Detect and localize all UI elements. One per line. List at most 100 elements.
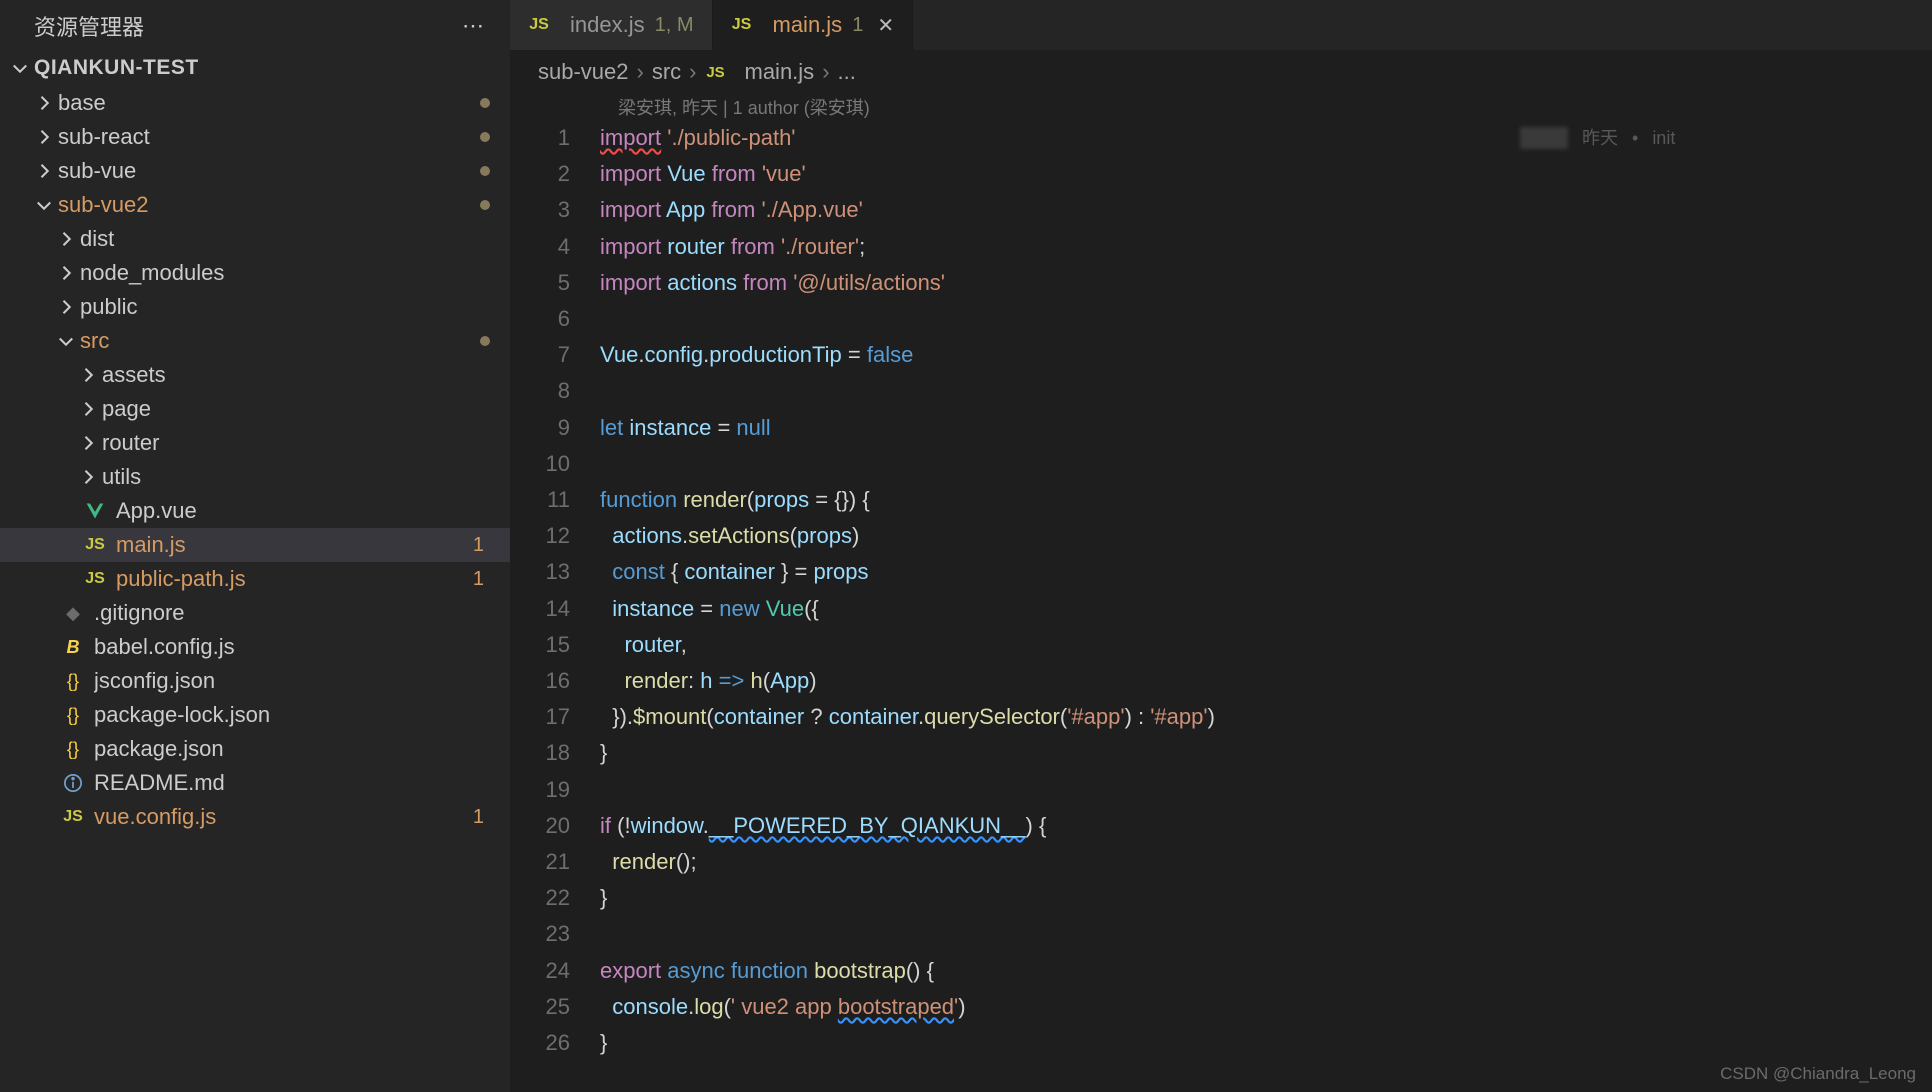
tree-item-readme-md[interactable]: README.md: [0, 766, 510, 800]
tab-index-js[interactable]: JSindex.js1, M: [510, 0, 713, 50]
code-line[interactable]: 18}: [510, 735, 1932, 771]
watermark: CSDN @Chiandra_Leong: [1720, 1064, 1916, 1084]
code-editor[interactable]: 1import './public-path'昨天•init2import Vu…: [510, 120, 1932, 1092]
code-content[interactable]: [600, 373, 1932, 409]
chevron-right-icon: [56, 263, 76, 283]
editor-area: JSindex.js1, MJSmain.js1✕ sub-vue2›src›J…: [510, 0, 1932, 1092]
tree-item-src[interactable]: src: [0, 324, 510, 358]
code-line[interactable]: 1import './public-path'昨天•init: [510, 120, 1932, 156]
code-line[interactable]: 24export async function bootstrap() {: [510, 953, 1932, 989]
tree-item-dist[interactable]: dist: [0, 222, 510, 256]
code-content[interactable]: export async function bootstrap() {: [600, 953, 1932, 989]
modified-dot-icon: [480, 166, 490, 176]
code-line[interactable]: 25 console.log(' vue2 app bootstraped'): [510, 989, 1932, 1025]
breadcrumb-part[interactable]: sub-vue2: [538, 59, 629, 85]
code-content[interactable]: render: h => h(App): [600, 663, 1932, 699]
code-line[interactable]: 26}: [510, 1025, 1932, 1061]
code-content[interactable]: [600, 301, 1932, 337]
code-content[interactable]: import './public-path'昨天•init: [600, 120, 1932, 156]
tree-item-vue-config-js[interactable]: JSvue.config.js1: [0, 800, 510, 834]
tree-item-package-lock-json[interactable]: {}package-lock.json: [0, 698, 510, 732]
code-content[interactable]: [600, 916, 1932, 952]
breadcrumb-part[interactable]: src: [652, 59, 681, 85]
code-line[interactable]: 11function render(props = {}) {: [510, 482, 1932, 518]
code-content[interactable]: if (!window.__POWERED_BY_QIANKUN__) {: [600, 808, 1932, 844]
editor-tabs: JSindex.js1, MJSmain.js1✕: [510, 0, 1932, 50]
tree-item-package-json[interactable]: {}package.json: [0, 732, 510, 766]
tree-item-base[interactable]: base: [0, 86, 510, 120]
tree-item-public-path-js[interactable]: JSpublic-path.js1: [0, 562, 510, 596]
code-line[interactable]: 5import actions from '@/utils/actions': [510, 265, 1932, 301]
chevron-down-icon: [34, 195, 54, 215]
tree-item-jsconfig-json[interactable]: {}jsconfig.json: [0, 664, 510, 698]
code-line[interactable]: 13 const { container } = props: [510, 554, 1932, 590]
line-number: 14: [510, 591, 600, 627]
tree-item-app-vue[interactable]: App.vue: [0, 494, 510, 528]
code-line[interactable]: 2import Vue from 'vue': [510, 156, 1932, 192]
code-content[interactable]: let instance = null: [600, 410, 1932, 446]
file-tree[interactable]: base sub-react sub-vuesub-vue2distnode_mod…: [0, 86, 510, 1092]
code-line[interactable]: 14 instance = new Vue({: [510, 591, 1932, 627]
code-content[interactable]: import actions from '@/utils/actions': [600, 265, 1932, 301]
code-content[interactable]: const { container } = props: [600, 554, 1932, 590]
code-content[interactable]: import App from './App.vue': [600, 192, 1932, 228]
code-content[interactable]: }: [600, 1025, 1932, 1061]
tree-item-main-js[interactable]: JSmain.js1: [0, 528, 510, 562]
breadcrumb[interactable]: sub-vue2›src›JSmain.js›...: [510, 50, 1932, 94]
code-content[interactable]: console.log(' vue2 app bootstraped'): [600, 989, 1932, 1025]
tree-item-babel-config-js[interactable]: Bbabel.config.js: [0, 630, 510, 664]
chevron-right-icon: [78, 365, 98, 385]
breadcrumb-part[interactable]: main.js: [745, 59, 815, 85]
close-icon[interactable]: ✕: [877, 13, 894, 38]
folder-root[interactable]: QIANKUN-TEST: [0, 50, 510, 86]
tree-item-label: .gitignore: [94, 600, 490, 626]
code-content[interactable]: import Vue from 'vue': [600, 156, 1932, 192]
code-content[interactable]: render();: [600, 844, 1932, 880]
code-line[interactable]: 19: [510, 772, 1932, 808]
code-line[interactable]: 7Vue.config.productionTip = false: [510, 337, 1932, 373]
code-content[interactable]: }).$mount(container ? container.querySel…: [600, 699, 1932, 735]
vue-icon: [84, 500, 106, 522]
line-number: 26: [510, 1025, 600, 1061]
code-line[interactable]: 17 }).$mount(container ? container.query…: [510, 699, 1932, 735]
code-line[interactable]: 9let instance = null: [510, 410, 1932, 446]
more-icon[interactable]: ⋯: [462, 13, 486, 39]
code-line[interactable]: 15 router,: [510, 627, 1932, 663]
tree-item-router[interactable]: router: [0, 426, 510, 460]
code-line[interactable]: 4import router from './router';: [510, 229, 1932, 265]
code-line[interactable]: 21 render();: [510, 844, 1932, 880]
tree-item-sub-vue2[interactable]: sub-vue2: [0, 188, 510, 222]
code-content[interactable]: import router from './router';: [600, 229, 1932, 265]
code-content[interactable]: actions.setActions(props): [600, 518, 1932, 554]
tree-item-label: sub-react: [58, 124, 480, 150]
js-icon: JS: [84, 568, 106, 590]
code-line[interactable]: 6: [510, 301, 1932, 337]
code-content[interactable]: [600, 446, 1932, 482]
code-content[interactable]: instance = new Vue({: [600, 591, 1932, 627]
tab-label: index.js: [570, 12, 645, 38]
tree-item-page[interactable]: page: [0, 392, 510, 426]
code-line[interactable]: 3import App from './App.vue': [510, 192, 1932, 228]
code-line[interactable]: 16 render: h => h(App): [510, 663, 1932, 699]
tree-item-public[interactable]: public: [0, 290, 510, 324]
code-content[interactable]: router,: [600, 627, 1932, 663]
tab-main-js[interactable]: JSmain.js1✕: [713, 0, 914, 50]
code-line[interactable]: 12 actions.setActions(props): [510, 518, 1932, 554]
tree-item-utils[interactable]: utils: [0, 460, 510, 494]
code-content[interactable]: }: [600, 880, 1932, 916]
code-line[interactable]: 20if (!window.__POWERED_BY_QIANKUN__) {: [510, 808, 1932, 844]
tree-item--gitignore[interactable]: ◆.gitignore: [0, 596, 510, 630]
code-content[interactable]: function render(props = {}) {: [600, 482, 1932, 518]
breadcrumb-part[interactable]: ...: [838, 59, 856, 85]
tree-item-sub-react[interactable]: sub-react: [0, 120, 510, 154]
tree-item-node-modules[interactable]: node_modules: [0, 256, 510, 290]
tree-item-sub-vue[interactable]: sub-vue: [0, 154, 510, 188]
code-line[interactable]: 23: [510, 916, 1932, 952]
code-content[interactable]: Vue.config.productionTip = false: [600, 337, 1932, 373]
tree-item-assets[interactable]: assets: [0, 358, 510, 392]
code-line[interactable]: 10: [510, 446, 1932, 482]
code-content[interactable]: }: [600, 735, 1932, 771]
code-line[interactable]: 22}: [510, 880, 1932, 916]
code-line[interactable]: 8: [510, 373, 1932, 409]
code-content[interactable]: [600, 772, 1932, 808]
